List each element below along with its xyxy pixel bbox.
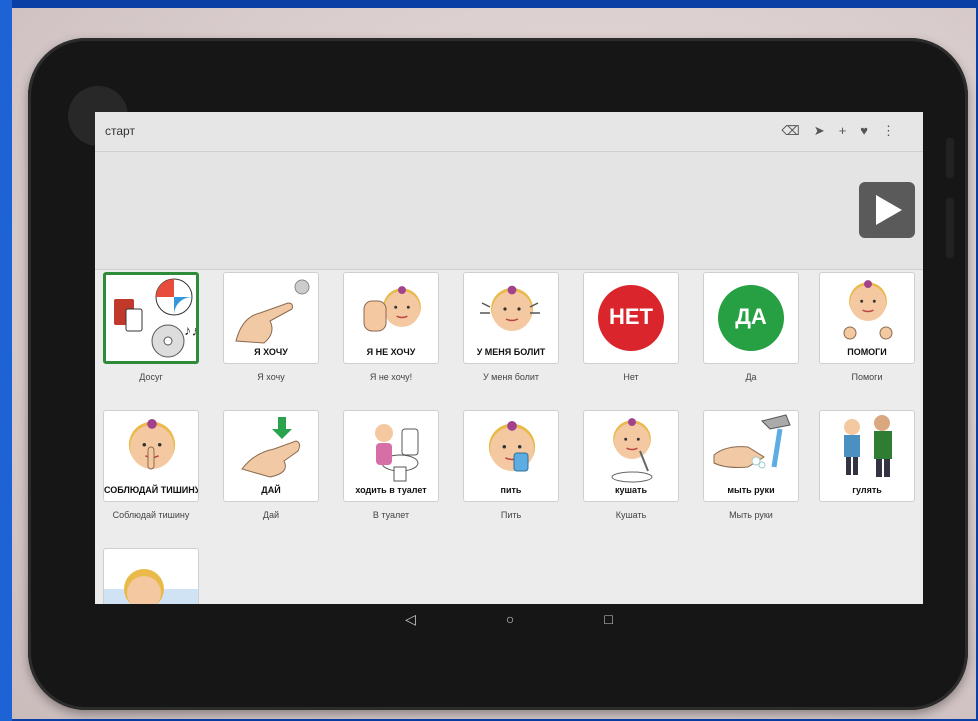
system-navbar: ◁ ○ □ xyxy=(95,604,923,634)
toolbar-icons: ⌫ ➤ + ♥ ⋮ xyxy=(781,123,895,139)
symbol-tile[interactable]: ДА Да xyxy=(699,272,803,382)
symbol-caption: гулять xyxy=(852,485,882,495)
symbol-tile[interactable]: мыть руки Мыть руки xyxy=(699,410,803,520)
symbol-card[interactable] xyxy=(103,548,199,604)
symbol-card[interactable]: гулять xyxy=(819,410,915,502)
svg-text:♪♬: ♪♬ xyxy=(184,322,199,338)
symbol-card[interactable]: кушать xyxy=(583,410,679,502)
symbol-card[interactable]: ДАЙ xyxy=(223,410,319,502)
symbol-tile[interactable]: НЕТ Нет xyxy=(579,272,683,382)
symbol-card[interactable]: ходить в туалет xyxy=(343,410,439,502)
symbol-card[interactable]: мыть руки xyxy=(703,410,799,502)
symbol-caption: Я ХОЧУ xyxy=(254,347,288,357)
symbol-tile[interactable]: ДАЙ Дай xyxy=(219,410,323,520)
symbol-card[interactable]: Я НЕ ХОЧУ xyxy=(343,272,439,364)
symbol-tile[interactable]: СОБЛЮДАЙ ТИШИНУ Соблюдай тишину xyxy=(99,410,203,520)
symbol-tile[interactable]: Я НЕ ХОЧУ Я не хочу! xyxy=(339,272,443,382)
message-bar[interactable] xyxy=(95,152,923,270)
symbol-card[interactable]: СОБЛЮДАЙ ТИШИНУ xyxy=(103,410,199,502)
backspace-icon[interactable]: ⌫ xyxy=(781,123,799,139)
symbol-caption: пить xyxy=(500,485,522,495)
symbol-tile[interactable]: У МЕНЯ БОЛИТ У меня болит xyxy=(459,272,563,382)
favorite-icon[interactable]: ♥ xyxy=(860,123,868,139)
symbol-card[interactable]: Я ХОЧУ xyxy=(223,272,319,364)
symbol-card[interactable]: ДА xyxy=(703,272,799,364)
app-toolbar: старт ⌫ ➤ + ♥ ⋮ xyxy=(95,112,923,152)
symbol-label: Я не хочу! xyxy=(369,372,413,382)
symbol-caption: ДАЙ xyxy=(261,485,281,495)
symbol-caption: У МЕНЯ БОЛИТ xyxy=(476,347,546,357)
frame-strip xyxy=(0,0,12,721)
back-nav-icon[interactable]: ◁ xyxy=(405,611,416,628)
board-title: старт xyxy=(105,124,135,138)
play-button[interactable] xyxy=(859,182,915,238)
symbol-label: Я хочу xyxy=(257,372,285,382)
symbol-card[interactable]: пить xyxy=(463,410,559,502)
symbol-card[interactable]: ♪♬ xyxy=(103,272,199,364)
symbol-tile[interactable]: ПОМОГИ Помоги xyxy=(815,272,919,382)
symbol-caption: ходить в туалет xyxy=(355,485,427,495)
volume-button xyxy=(946,198,954,258)
home-nav-icon[interactable]: ○ xyxy=(506,611,514,627)
symbol-tile[interactable]: ходить в туалет В туалет xyxy=(339,410,443,520)
symbol-card[interactable]: НЕТ xyxy=(583,272,679,364)
symbol-label: В туалет xyxy=(372,510,410,520)
power-button xyxy=(946,138,954,178)
symbol-caption: мыть руки xyxy=(727,485,775,495)
symbol-label: Пить xyxy=(500,510,522,520)
symbol-label: У меня болит xyxy=(482,372,540,382)
symbol-label: Дай xyxy=(262,510,280,520)
symbol-label: Досуг xyxy=(139,372,163,382)
symbol-tile[interactable]: ♪♬ Досуг xyxy=(99,272,203,382)
symbol-label: Да xyxy=(745,372,757,382)
symbol-circle: ДА xyxy=(718,285,784,351)
symbol-tile[interactable]: пить Пить xyxy=(459,410,563,520)
symbol-circle-text: НЕТ xyxy=(609,304,653,329)
symbol-caption: Я НЕ ХОЧУ xyxy=(366,347,416,357)
recents-nav-icon[interactable]: □ xyxy=(604,611,612,627)
symbol-label: Соблюдай тишину xyxy=(112,510,190,520)
send-icon[interactable]: ➤ xyxy=(814,123,825,139)
symbol-caption: СОБЛЮДАЙ ТИШИНУ xyxy=(104,485,199,495)
symbol-circle-text: ДА xyxy=(735,304,767,329)
symbol-circle: НЕТ xyxy=(598,285,664,351)
more-icon[interactable]: ⋮ xyxy=(882,123,895,139)
symbol-caption: кушать xyxy=(615,485,647,495)
symbol-card[interactable]: У МЕНЯ БОЛИТ xyxy=(463,272,559,364)
add-icon[interactable]: + xyxy=(839,123,847,139)
symbol-tile[interactable]: Я ХОЧУ Я хочу xyxy=(219,272,323,382)
symbol-tile[interactable] xyxy=(99,548,203,604)
symbol-tile[interactable]: гулять xyxy=(815,410,919,502)
symbol-grid: ♪♬ Досуг Я ХОЧУ Я хочу Я НЕ ХОЧУ Я не хочу!… xyxy=(95,272,923,604)
symbol-card[interactable]: ПОМОГИ xyxy=(819,272,915,364)
symbol-caption: ПОМОГИ xyxy=(847,347,887,357)
symbol-tile[interactable]: кушать Кушать xyxy=(579,410,683,520)
symbol-label: Помоги xyxy=(851,372,883,382)
app-screen: старт ⌫ ➤ + ♥ ⋮ ♪♬ Досуг Я ХОЧУ Я хочу xyxy=(95,112,923,604)
symbol-label: Кушать xyxy=(615,510,647,520)
symbol-label: Мыть руки xyxy=(729,510,773,520)
symbol-label: Нет xyxy=(623,372,639,382)
